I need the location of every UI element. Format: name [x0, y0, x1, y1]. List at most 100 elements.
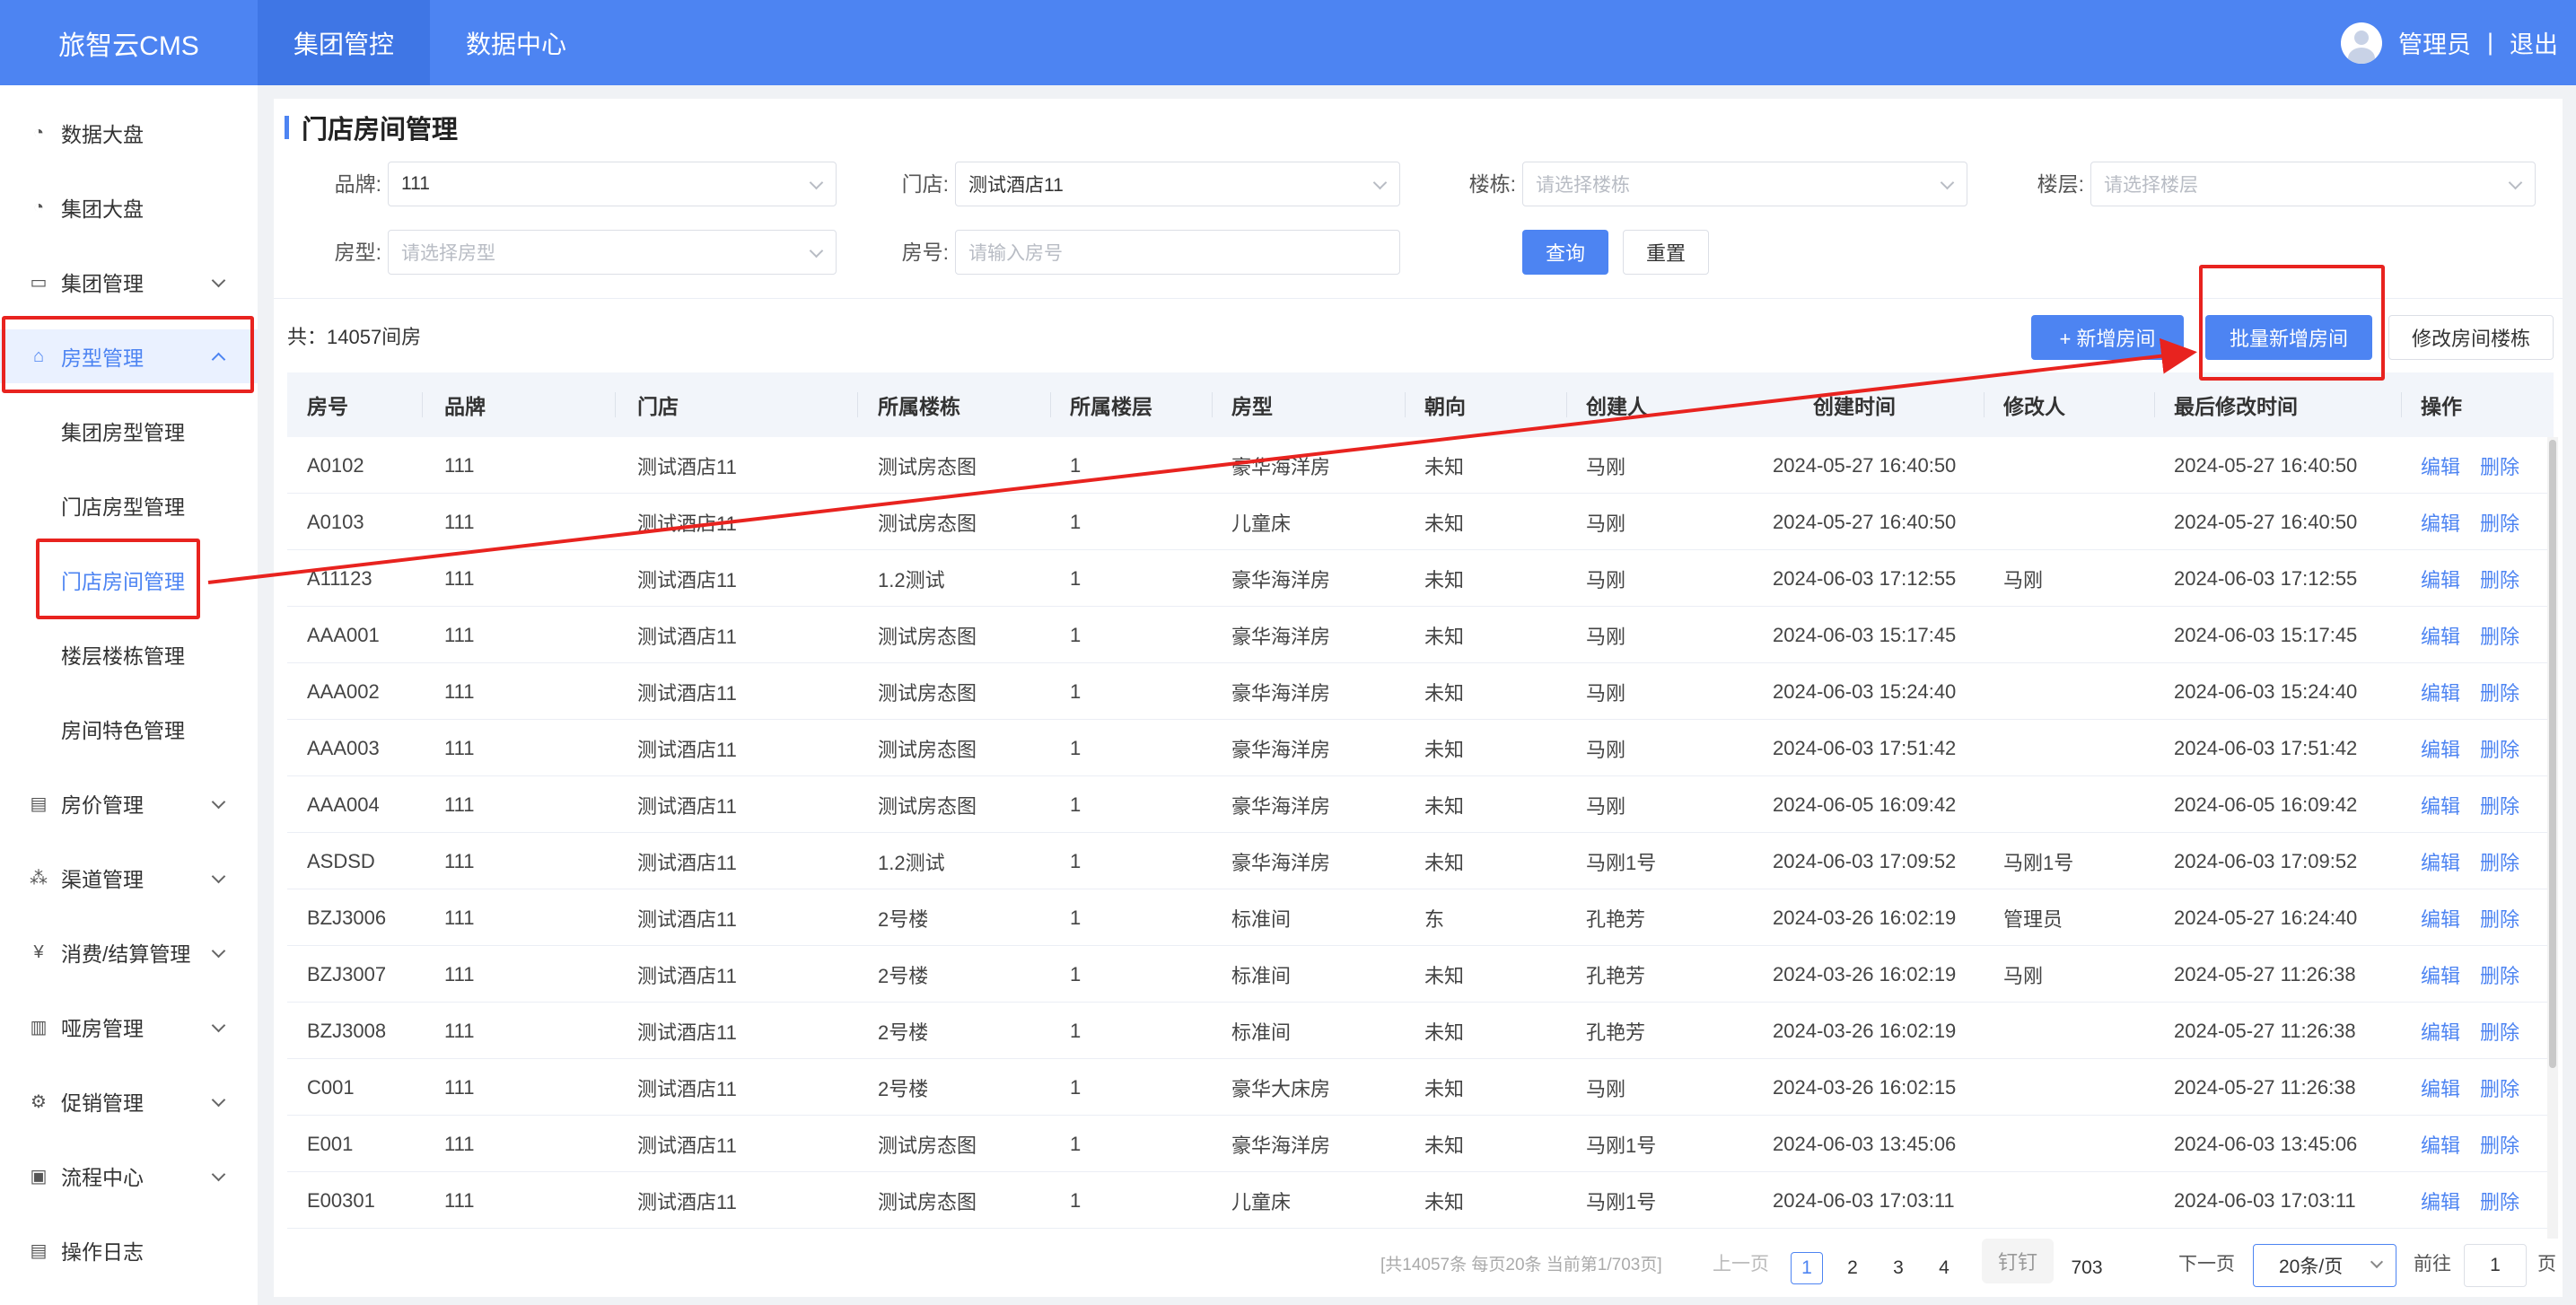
cell-brand: 111 — [444, 1132, 475, 1155]
page-size-select[interactable]: 20条/页 — [2253, 1244, 2396, 1287]
page-2-button[interactable]: 2 — [1836, 1252, 1869, 1284]
edit-link[interactable]: 编辑 — [2421, 960, 2460, 989]
room-no-input[interactable]: 请输入房号 — [955, 230, 1400, 275]
page-4-button[interactable]: 4 — [1928, 1252, 1960, 1284]
col-created-time[interactable]: 创建时间 — [1813, 372, 1896, 437]
delete-link[interactable]: 删除 — [2480, 565, 2519, 593]
delete-link[interactable]: 删除 — [2480, 1017, 2519, 1046]
table-row[interactable]: BZJ3006 111 测试酒店11 2号楼 1 标准间 东 孔艳芳 2024-03-26 16… — [287, 889, 2554, 946]
col-modifier[interactable]: 修改人 — [2003, 372, 2065, 437]
table-row[interactable]: A0102 111 测试酒店11 测试房态图 1 豪华海洋房 未知 马刚 2024-05-27 … — [287, 437, 2554, 494]
sidebar-item-room-type-management[interactable]: ⌂ 房型管理 — [0, 329, 258, 383]
delete-link[interactable]: 删除 — [2480, 1187, 2519, 1215]
sidebar-sub-floor-building[interactable]: 楼层楼栋管理 — [0, 627, 258, 681]
col-creator[interactable]: 创建人 — [1586, 372, 1648, 437]
table-row[interactable]: E001 111 测试酒店11 测试房态图 1 豪华海洋房 未知 马刚1号 2024-06-03… — [287, 1116, 2554, 1172]
cell-room-no: C001 — [307, 1075, 355, 1099]
edit-link[interactable]: 编辑 — [2421, 565, 2460, 593]
edit-link[interactable]: 编辑 — [2421, 621, 2460, 650]
col-floor[interactable]: 所属楼层 — [1070, 372, 1152, 437]
sidebar-item-operation-log[interactable]: ▤ 操作日志 — [0, 1223, 258, 1277]
floor-select[interactable]: 请选择楼层 — [2090, 162, 2536, 206]
sidebar-item-settlement[interactable]: ¥ 消费/结算管理 — [0, 925, 258, 979]
next-page-button[interactable]: 下一页 — [2178, 1240, 2235, 1285]
sidebar-item-channel[interactable]: ⁂ 渠道管理 — [0, 851, 258, 905]
reset-button[interactable]: 重置 — [1623, 230, 1709, 275]
sidebar-sub-group-room-type[interactable]: 集团房型管理 — [0, 404, 258, 458]
add-room-button[interactable]: + 新增房间 — [2031, 315, 2184, 360]
delete-link[interactable]: 删除 — [2480, 451, 2519, 480]
table-row[interactable]: A0103 111 测试酒店11 测试房态图 1 儿童床 未知 马刚 2024-05-27 16… — [287, 494, 2554, 550]
delete-link[interactable]: 删除 — [2480, 847, 2519, 876]
edit-link[interactable]: 编辑 — [2421, 1073, 2460, 1102]
edit-link[interactable]: 编辑 — [2421, 1187, 2460, 1215]
sidebar-sub-room-features[interactable]: 房间特色管理 — [0, 702, 258, 756]
delete-link[interactable]: 删除 — [2480, 1073, 2519, 1102]
edit-link[interactable]: 编辑 — [2421, 451, 2460, 480]
table-row[interactable]: ASDSD 111 测试酒店11 1.2测试 1 豪华海洋房 未知 马刚1号 2024-06-0… — [287, 833, 2554, 889]
store-select[interactable]: 测试酒店11 — [955, 162, 1400, 206]
delete-link[interactable]: 删除 — [2480, 734, 2519, 763]
room-type-select[interactable]: 请选择房型 — [388, 230, 837, 275]
sidebar-item-dummy-room[interactable]: ▥ 哑房管理 — [0, 1000, 258, 1054]
sidebar-item-group-management[interactable]: ▭ 集团管理 — [0, 255, 258, 309]
prev-page-button[interactable]: 上一页 — [1713, 1240, 1769, 1285]
table-row[interactable]: C001 111 测试酒店11 2号楼 1 豪华大床房 未知 马刚 2024-03-26 16:… — [287, 1059, 2554, 1116]
nav-group-control[interactable]: 集团管控 — [258, 0, 430, 85]
page-last-button[interactable]: 703 — [2065, 1252, 2108, 1284]
sidebar-item-promotion[interactable]: ⚙ 促销管理 — [0, 1074, 258, 1128]
sidebar-item-group-dashboard[interactable]: ◔ 集团大盘 — [0, 180, 258, 234]
sidebar-item-data-dashboard[interactable]: ◔ 数据大盘 — [0, 106, 258, 160]
building-select[interactable]: 请选择楼栋 — [1522, 162, 1967, 206]
query-button[interactable]: 查询 — [1522, 230, 1608, 275]
col-room-no[interactable]: 房号 — [307, 372, 348, 437]
col-orientation[interactable]: 朝向 — [1424, 372, 1466, 437]
col-modified-time[interactable]: 最后修改时间 — [2174, 372, 2298, 437]
edit-link[interactable]: 编辑 — [2421, 678, 2460, 706]
table-row[interactable]: E00301 111 测试酒店11 测试房态图 1 儿童床 未知 马刚1号 2024-06-03… — [287, 1172, 2554, 1229]
table-row[interactable]: BZJ3007 111 测试酒店11 2号楼 1 标准间 未知 孔艳芳 2024-03-26 1… — [287, 946, 2554, 1003]
delete-link[interactable]: 删除 — [2480, 960, 2519, 989]
user-name[interactable]: 管理员 — [2398, 25, 2471, 60]
delete-link[interactable]: 删除 — [2480, 1130, 2519, 1159]
table-scrollbar-thumb[interactable] — [2549, 440, 2556, 1068]
logout-link[interactable]: 退出 — [2510, 25, 2558, 60]
edit-room-building-button[interactable]: 修改房间楼栋 — [2388, 315, 2554, 360]
table-row[interactable]: BZJ3008 111 测试酒店11 2号楼 1 标准间 未知 孔艳芳 2024-03-26 1… — [287, 1003, 2554, 1059]
batch-add-room-button[interactable]: 批量新增房间 — [2205, 315, 2372, 360]
nav-data-center[interactable]: 数据中心 — [430, 0, 602, 85]
edit-link[interactable]: 编辑 — [2421, 904, 2460, 933]
col-store[interactable]: 门店 — [637, 372, 679, 437]
edit-link[interactable]: 编辑 — [2421, 1017, 2460, 1046]
floating-chip[interactable]: 钉钉 — [1982, 1239, 2054, 1283]
table-row[interactable]: AAA003 111 测试酒店11 测试房态图 1 豪华海洋房 未知 马刚 2024-06-03… — [287, 720, 2554, 776]
user-avatar-icon[interactable] — [2340, 22, 2382, 64]
delete-link[interactable]: 删除 — [2480, 621, 2519, 650]
table-row[interactable]: AAA001 111 测试酒店11 测试房态图 1 豪华海洋房 未知 马刚 2024-06-03… — [287, 607, 2554, 663]
edit-link[interactable]: 编辑 — [2421, 847, 2460, 876]
edit-link[interactable]: 编辑 — [2421, 1130, 2460, 1159]
edit-link[interactable]: 编辑 — [2421, 734, 2460, 763]
brand-select[interactable]: 111 — [388, 162, 837, 206]
table-row[interactable]: AAA002 111 测试酒店11 测试房态图 1 豪华海洋房 未知 马刚 2024-06-03… — [287, 663, 2554, 720]
page-3-button[interactable]: 3 — [1882, 1252, 1914, 1284]
edit-link[interactable]: 编辑 — [2421, 791, 2460, 819]
sidebar-item-workflow[interactable]: ▣ 流程中心 — [0, 1149, 258, 1203]
edit-link[interactable]: 编辑 — [2421, 508, 2460, 537]
table-row[interactable]: AAA004 111 测试酒店11 测试房态图 1 豪华海洋房 未知 马刚 2024-06-05… — [287, 776, 2554, 833]
delete-link[interactable]: 删除 — [2480, 791, 2519, 819]
col-brand[interactable]: 品牌 — [444, 372, 486, 437]
sidebar-sub-store-room-type[interactable]: 门店房型管理 — [0, 478, 258, 532]
sidebar-sub-label: 门店房间管理 — [61, 570, 185, 593]
table-row[interactable]: A11123 111 测试酒店11 1.2测试 1 豪华海洋房 未知 马刚 2024-06-03… — [287, 550, 2554, 607]
delete-link[interactable]: 删除 — [2480, 678, 2519, 706]
goto-page-input[interactable]: 1 — [2464, 1244, 2527, 1287]
col-building[interactable]: 所属楼栋 — [878, 372, 960, 437]
app-logo[interactable]: 旅智云CMS — [0, 0, 258, 85]
sidebar-item-room-price[interactable]: ▤ 房价管理 — [0, 776, 258, 830]
page-1-button[interactable]: 1 — [1791, 1252, 1823, 1284]
sidebar-sub-store-room-management[interactable]: 门店房间管理 — [0, 553, 258, 607]
col-room-type[interactable]: 房型 — [1231, 372, 1273, 437]
delete-link[interactable]: 删除 — [2480, 508, 2519, 537]
delete-link[interactable]: 删除 — [2480, 904, 2519, 933]
